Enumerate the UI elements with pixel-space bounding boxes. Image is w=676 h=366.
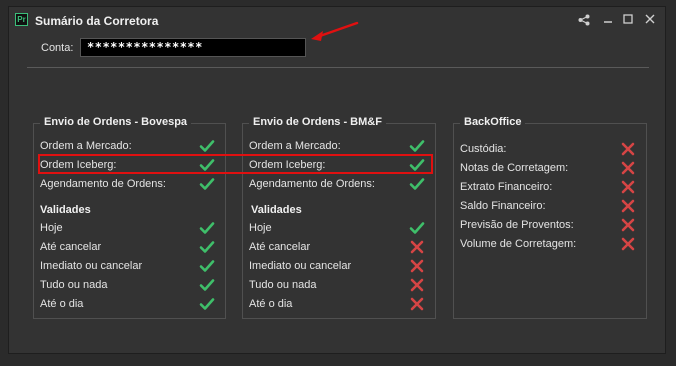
item-label: Imediato ou cancelar xyxy=(40,260,143,272)
list-item: Agendamento de Ordens: xyxy=(34,175,225,194)
panel-backoffice: BackOffice Custódia: Notas de Corretagem… xyxy=(453,116,647,319)
cross-icon xyxy=(410,278,424,292)
item-label: Agendamento de Ordens: xyxy=(40,178,166,190)
item-label: Tudo ou nada xyxy=(40,279,108,291)
list-item: Até o dia xyxy=(34,295,225,314)
validades-title: Validades xyxy=(40,204,91,216)
item-label: Agendamento de Ordens: xyxy=(249,178,375,190)
item-label: Ordem a Mercado: xyxy=(249,140,341,152)
list-item: Agendamento de Ordens: xyxy=(243,175,435,194)
account-field[interactable]: *************** xyxy=(80,38,306,57)
list-item: Até cancelar xyxy=(34,238,225,257)
item-label: Hoje xyxy=(249,222,272,234)
validades-title: Validades xyxy=(251,204,302,216)
item-label: Até o dia xyxy=(249,298,293,310)
list-item: Notas de Corretagem: xyxy=(454,159,646,178)
item-label: Até cancelar xyxy=(40,241,102,253)
list-item: Tudo ou nada xyxy=(34,276,225,295)
item-label: Volume de Corretagem: xyxy=(460,238,577,250)
cross-icon xyxy=(621,237,635,251)
list-item: Saldo Financeiro: xyxy=(454,197,646,216)
account-label: Conta: xyxy=(41,42,74,54)
check-icon xyxy=(409,178,425,190)
divider xyxy=(27,67,649,68)
cross-icon xyxy=(410,259,424,273)
cross-icon xyxy=(410,240,424,254)
minimize-icon[interactable] xyxy=(599,11,617,29)
list-item: Imediato ou cancelar xyxy=(34,257,225,276)
cross-icon xyxy=(621,142,635,156)
panel-bmf-title: Envio de Ordens - BM&F xyxy=(249,116,386,128)
item-label: Hoje xyxy=(40,222,63,234)
check-icon xyxy=(199,260,215,272)
app-logo-icon: Pr xyxy=(15,13,28,26)
check-icon xyxy=(409,140,425,152)
window-title: Sumário da Corretora xyxy=(35,14,159,28)
cross-icon xyxy=(621,161,635,175)
list-item: Volume de Corretagem: xyxy=(454,235,646,254)
cross-icon xyxy=(621,180,635,194)
check-icon xyxy=(409,222,425,234)
panel-backoffice-title: BackOffice xyxy=(460,116,526,128)
cross-icon xyxy=(621,199,635,213)
iceberg-highlight-box xyxy=(38,154,433,174)
item-label: Previsão de Proventos: xyxy=(460,219,574,231)
item-label: Custódia: xyxy=(460,143,507,155)
list-item: Até o dia xyxy=(243,295,435,314)
item-label: Extrato Financeiro: xyxy=(460,181,553,193)
check-icon xyxy=(199,222,215,234)
check-icon xyxy=(199,298,215,310)
cross-icon xyxy=(621,218,635,232)
check-icon xyxy=(199,178,215,190)
list-item: Previsão de Proventos: xyxy=(454,216,646,235)
item-label: Imediato ou cancelar xyxy=(249,260,352,272)
check-icon xyxy=(199,279,215,291)
list-item: Hoje xyxy=(243,219,435,238)
panel-bovespa: Envio de Ordens - Bovespa Ordem a Mercad… xyxy=(33,116,226,319)
list-item: Até cancelar xyxy=(243,238,435,257)
list-item: Custódia: xyxy=(454,140,646,159)
annotation-arrow-icon xyxy=(311,21,359,41)
list-item: Tudo ou nada xyxy=(243,276,435,295)
maximize-icon[interactable] xyxy=(619,11,637,29)
panel-bmf: Envio de Ordens - BM&F Ordem a Mercado: … xyxy=(242,116,436,319)
item-label: Até o dia xyxy=(40,298,84,310)
list-item: Imediato ou cancelar xyxy=(243,257,435,276)
item-label: Saldo Financeiro: xyxy=(460,200,546,212)
cross-icon xyxy=(410,297,424,311)
item-label: Até cancelar xyxy=(249,241,311,253)
check-icon xyxy=(199,140,215,152)
list-item: Hoje xyxy=(34,219,225,238)
item-label: Notas de Corretagem: xyxy=(460,162,569,174)
close-icon[interactable] xyxy=(641,11,659,29)
share-icon[interactable] xyxy=(575,11,593,29)
item-label: Ordem a Mercado: xyxy=(40,140,132,152)
check-icon xyxy=(199,241,215,253)
summary-window: Pr Sumário da Corretora Conta: *********… xyxy=(8,6,666,354)
panel-bovespa-title: Envio de Ordens - Bovespa xyxy=(40,116,192,128)
item-label: Tudo ou nada xyxy=(249,279,317,291)
list-item: Extrato Financeiro: xyxy=(454,178,646,197)
